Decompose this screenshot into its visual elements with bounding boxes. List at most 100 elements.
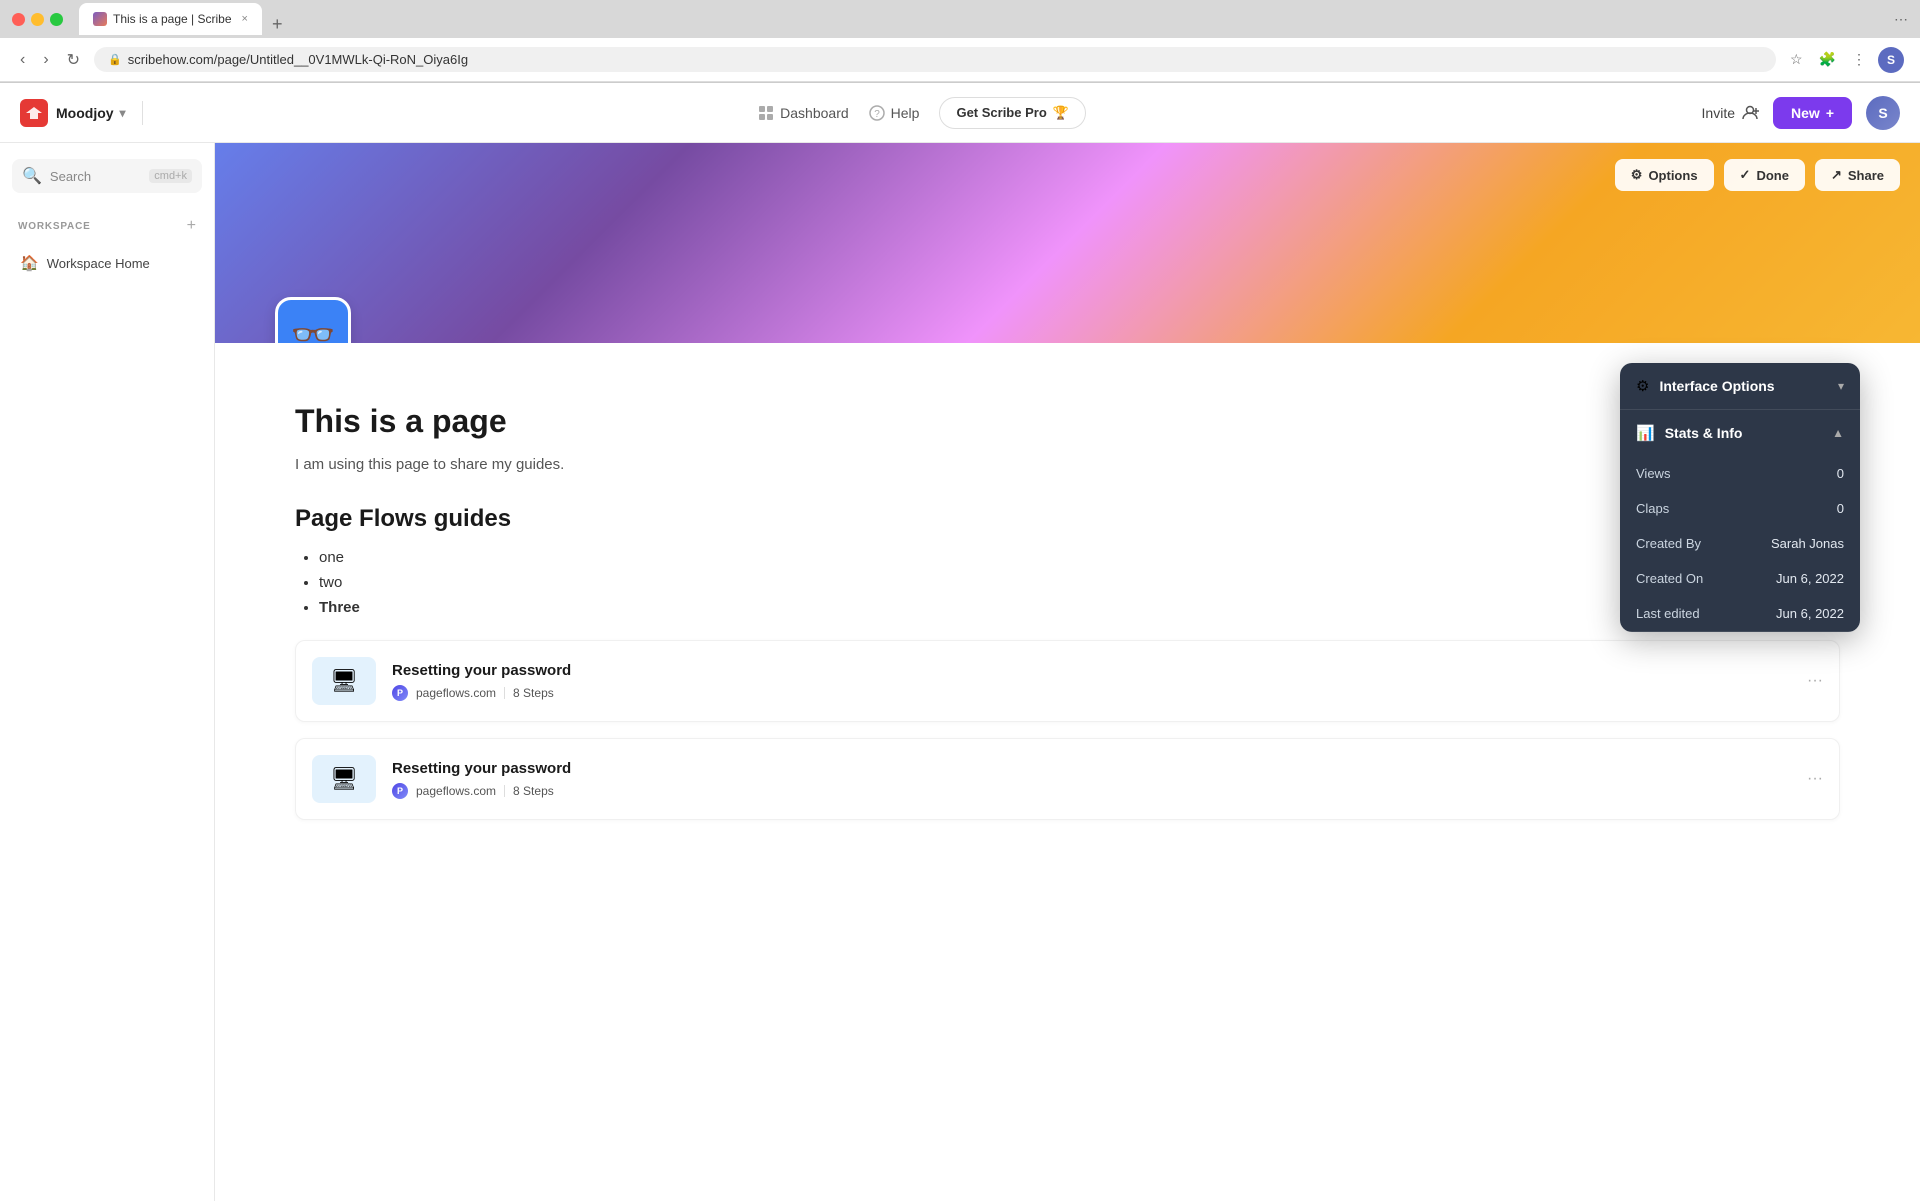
guide-more-btn[interactable]: ··· — [1807, 770, 1823, 788]
guide-steps: 8 Steps — [513, 686, 554, 700]
views-value: 0 — [1837, 466, 1844, 481]
check-icon: ✓ — [1740, 167, 1751, 183]
options-btn[interactable]: ⚙ Options — [1615, 159, 1714, 191]
share-btn[interactable]: ↗ Share — [1815, 159, 1900, 191]
active-tab[interactable]: This is a page | Scribe × — [79, 3, 262, 35]
last-edited-row: Last edited Jun 6, 2022 — [1620, 596, 1860, 631]
workspace-chevron: ▾ — [120, 106, 126, 120]
guide-thumbnail: 🖥 — [312, 755, 376, 803]
guide-thumbnail: 🖥 — [312, 657, 376, 705]
tab-title: This is a page | Scribe — [113, 12, 232, 26]
help-label: Help — [891, 105, 920, 121]
guide-card: 🖥 Resetting your password P pageflows.co… — [295, 640, 1840, 722]
window-controls: ⋯ — [1894, 11, 1908, 28]
minimize-dot[interactable] — [31, 13, 44, 26]
bookmark-btn[interactable]: ☆ — [1786, 47, 1807, 72]
hero-actions: ⚙ Options ✓ Done ↗ Share — [1615, 159, 1900, 191]
guide-meta: P pageflows.com 8 Steps — [392, 783, 1823, 799]
workspace-selector[interactable]: Moodjoy ▾ — [56, 105, 126, 121]
interface-chevron-icon: ▾ — [1838, 379, 1844, 393]
search-placeholder: Search — [50, 169, 141, 184]
guide-title: Resetting your password — [392, 662, 1823, 679]
chart-icon: 📊 — [1636, 424, 1655, 442]
search-box[interactable]: 🔍 Search cmd+k — [12, 159, 202, 193]
sidebar: 🔍 Search cmd+k WORKSPACE + 🏠 Workspace H… — [0, 143, 215, 1201]
stats-section-header[interactable]: 📊 Stats & Info ▲ — [1620, 410, 1860, 456]
user-avatar[interactable]: S — [1866, 96, 1900, 130]
guide-more-btn[interactable]: ··· — [1807, 672, 1823, 690]
sidebar-item-workspace-home[interactable]: 🏠 Workspace Home — [12, 247, 202, 279]
hero-banner: ⚙ Options ✓ Done ↗ Share 👓 — [215, 143, 1920, 343]
list-item: two — [319, 574, 1840, 591]
views-label: Views — [1636, 466, 1670, 481]
app-wrapper: Moodjoy ▾ Dashboard ? Help Get Scribe Pr… — [0, 83, 1920, 1201]
tab-close-btn[interactable]: × — [242, 13, 248, 25]
get-pro-label: Get Scribe Pro — [956, 105, 1046, 120]
workspace-name: Moodjoy — [56, 105, 114, 121]
refresh-btn[interactable]: ↻ — [63, 46, 84, 74]
svg-text:?: ? — [874, 109, 880, 120]
help-link[interactable]: ? Help — [869, 105, 920, 121]
forward-btn[interactable]: › — [39, 47, 52, 73]
share-icon: ↗ — [1831, 167, 1842, 183]
browser-addressbar: ‹ › ↻ 🔒 scribehow.com/page/Untitled__0V1… — [0, 38, 1920, 82]
created-on-label: Created On — [1636, 571, 1703, 586]
views-row: Views 0 — [1620, 456, 1860, 491]
dashboard-label: Dashboard — [780, 105, 849, 121]
guide-title: Resetting your password — [392, 760, 1823, 777]
sliders-icon: ⚙ — [1636, 377, 1649, 395]
home-icon: 🏠 — [20, 254, 39, 272]
browser-titlebar: This is a page | Scribe × + ⋯ — [0, 0, 1920, 38]
done-label: Done — [1756, 168, 1789, 183]
meta-divider — [504, 785, 505, 797]
meta-divider — [504, 687, 505, 699]
nav-divider — [142, 101, 143, 125]
options-icon: ⚙ — [1631, 167, 1643, 183]
lock-icon: 🔒 — [108, 53, 122, 66]
back-btn[interactable]: ‹ — [16, 47, 29, 73]
extension-btn[interactable]: 🧩 — [1815, 47, 1840, 72]
source-icon: P — [392, 783, 408, 799]
page-description: I am using this page to share my guides. — [295, 456, 1840, 473]
guide-source: pageflows.com — [416, 686, 496, 700]
last-edited-value: Jun 6, 2022 — [1776, 606, 1844, 621]
guide-source: pageflows.com — [416, 784, 496, 798]
created-by-row: Created By Sarah Jonas — [1620, 526, 1860, 561]
claps-row: Claps 0 — [1620, 491, 1860, 526]
search-icon: 🔍 — [22, 166, 42, 186]
last-edited-label: Last edited — [1636, 606, 1700, 621]
new-btn[interactable]: New + — [1773, 97, 1852, 129]
app-navbar: Moodjoy ▾ Dashboard ? Help Get Scribe Pr… — [0, 83, 1920, 143]
browser-tabs: This is a page | Scribe × + — [79, 3, 290, 35]
created-on-row: Created On Jun 6, 2022 — [1620, 561, 1860, 596]
maximize-dot[interactable] — [50, 13, 63, 26]
close-dot[interactable] — [12, 13, 25, 26]
workspace-home-label: Workspace Home — [47, 256, 150, 271]
list-item: Three — [319, 599, 1840, 616]
search-shortcut: cmd+k — [149, 169, 192, 183]
options-panel: ⚙ Interface Options ▾ 📊 Stats & Info ▲ — [1620, 363, 1860, 632]
stats-left: 📊 Stats & Info — [1636, 424, 1742, 442]
invite-btn[interactable]: Invite — [1702, 104, 1759, 122]
guide-card: 🖥 Resetting your password P pageflows.co… — [295, 738, 1840, 820]
guide-info: Resetting your password P pageflows.com … — [392, 662, 1823, 701]
workspace-add-btn[interactable]: + — [187, 217, 196, 235]
browser-actions: ☆ 🧩 ⋮ S — [1786, 47, 1904, 73]
dashboard-link[interactable]: Dashboard — [758, 105, 849, 121]
created-by-label: Created By — [1636, 536, 1701, 551]
get-pro-btn[interactable]: Get Scribe Pro 🏆 — [939, 97, 1086, 129]
stats-title: Stats & Info — [1665, 425, 1743, 441]
address-bar[interactable]: 🔒 scribehow.com/page/Untitled__0V1MWLk-Q… — [94, 47, 1776, 72]
browser-profile[interactable]: S — [1878, 47, 1904, 73]
pro-trophy-icon: 🏆 — [1053, 105, 1069, 121]
done-btn[interactable]: ✓ Done — [1724, 159, 1805, 191]
new-tab-btn[interactable]: + — [264, 14, 291, 35]
brand-logo: Moodjoy ▾ — [20, 99, 126, 127]
interface-options-header[interactable]: ⚙ Interface Options ▾ — [1620, 363, 1860, 409]
new-label: New — [1791, 105, 1820, 121]
guide-info: Resetting your password P pageflows.com … — [392, 760, 1823, 799]
menu-btn[interactable]: ⋮ — [1848, 47, 1870, 72]
section-left: ⚙ Interface Options — [1636, 377, 1775, 395]
content-area: ⚙ Options ✓ Done ↗ Share 👓 — [215, 143, 1920, 1201]
tab-favicon — [93, 12, 107, 26]
